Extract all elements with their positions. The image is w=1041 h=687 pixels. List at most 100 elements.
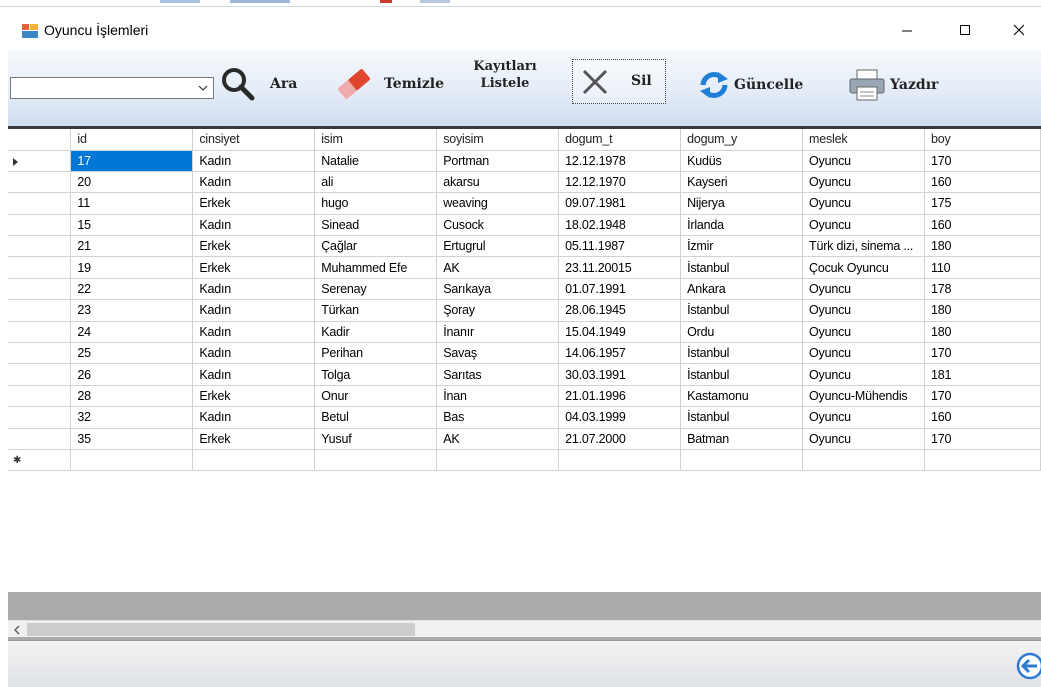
- cell-cinsiyet[interactable]: Kadın: [192, 342, 316, 365]
- cell-isim[interactable]: Yusuf: [314, 428, 438, 450]
- cell-isim[interactable]: Serenay: [314, 278, 438, 301]
- cell-boy[interactable]: [924, 449, 1041, 472]
- cell-boy[interactable]: 160: [924, 406, 1041, 429]
- cell-dogum-t[interactable]: 23.11.20015: [558, 256, 682, 279]
- row-header[interactable]: [8, 214, 72, 237]
- cell-id[interactable]: 20: [70, 171, 194, 194]
- cell-dogum-y[interactable]: Nijerya: [680, 192, 804, 215]
- cell-boy[interactable]: 170: [924, 428, 1041, 450]
- cell-soyisim[interactable]: Bas: [436, 406, 560, 429]
- table-row[interactable]: 21 Erkek Çağlar Ertugrul 05.11.1987 İzmir Türk…: [8, 235, 1041, 258]
- cell-id[interactable]: 26: [70, 363, 194, 386]
- cell-soyisim[interactable]: Sarıkaya: [436, 278, 560, 301]
- horizontal-scrollbar[interactable]: [8, 620, 1041, 637]
- cell-boy[interactable]: 170: [924, 385, 1041, 408]
- scroll-left-button[interactable]: [8, 621, 25, 638]
- cell-cinsiyet[interactable]: Kadın: [192, 299, 316, 322]
- cell-meslek[interactable]: Oyuncu: [802, 214, 925, 237]
- table-row[interactable]: 20 Kadın ali akarsu 12.12.1970 Kayseri Oyuncu 1…: [8, 171, 1041, 194]
- cell-isim[interactable]: Kadir: [314, 321, 438, 344]
- cell-soyisim[interactable]: İnanır: [436, 321, 560, 344]
- cell-id[interactable]: 25: [70, 342, 194, 365]
- table-row[interactable]: 15 Kadın Sinead Cusock 18.02.1948 İrlanda Oyun…: [8, 214, 1041, 237]
- cell-cinsiyet[interactable]: Erkek: [192, 256, 316, 279]
- row-header[interactable]: [8, 256, 72, 279]
- cell-dogum-y[interactable]: Batman: [680, 428, 804, 450]
- column-header-isim[interactable]: isim: [314, 129, 438, 151]
- cell-id[interactable]: 19: [70, 256, 194, 279]
- cell-soyisim[interactable]: AK: [436, 428, 560, 450]
- cell-dogum-t[interactable]: 09.07.1981: [558, 192, 682, 215]
- cell-soyisim[interactable]: Sarıtas: [436, 363, 560, 386]
- table-row[interactable]: 23 Kadın Türkan Şoray 28.06.1945 İstanbul Oyun…: [8, 299, 1041, 322]
- row-header[interactable]: [8, 428, 72, 450]
- cell-dogum-y[interactable]: İstanbul: [680, 363, 804, 386]
- cell-dogum-y[interactable]: İstanbul: [680, 342, 804, 365]
- cell-dogum-t[interactable]: 28.06.1945: [558, 299, 682, 322]
- cell-meslek[interactable]: Oyuncu: [802, 363, 925, 386]
- cell-soyisim[interactable]: Ertugrul: [436, 235, 560, 258]
- row-header[interactable]: [8, 278, 72, 301]
- cell-id[interactable]: [70, 449, 194, 472]
- cell-isim[interactable]: ali: [314, 171, 438, 194]
- cell-soyisim[interactable]: akarsu: [436, 171, 560, 194]
- cell-cinsiyet[interactable]: Kadın: [192, 214, 316, 237]
- cell-dogum-y[interactable]: Kayseri: [680, 171, 804, 194]
- cell-dogum-y[interactable]: [680, 449, 804, 472]
- sil-button[interactable]: Sil: [572, 59, 666, 104]
- cell-dogum-t[interactable]: 12.12.1970: [558, 171, 682, 194]
- scroll-right-button[interactable]: [1029, 621, 1041, 638]
- cell-meslek[interactable]: Oyuncu: [802, 321, 925, 344]
- cell-dogum-t[interactable]: 18.02.1948: [558, 214, 682, 237]
- cell-meslek[interactable]: Oyuncu: [802, 406, 925, 429]
- cell-soyisim[interactable]: Cusock: [436, 214, 560, 237]
- row-header[interactable]: [8, 321, 72, 344]
- yazdir-button[interactable]: Yazdır: [848, 68, 938, 102]
- cell-isim[interactable]: hugo: [314, 192, 438, 215]
- cell-id[interactable]: 22: [70, 278, 194, 301]
- cell-isim[interactable]: [314, 449, 438, 472]
- column-header-boy[interactable]: boy: [924, 129, 1041, 151]
- cell-soyisim[interactable]: weaving: [436, 192, 560, 215]
- table-row[interactable]: 25 Kadın Perihan Savaş 14.06.1957 İstanbul Oyu…: [8, 342, 1041, 365]
- table-row[interactable]: 22 Kadın Serenay Sarıkaya 01.07.1991 Ankara Oy…: [8, 278, 1041, 301]
- cell-isim[interactable]: Sinead: [314, 214, 438, 237]
- cell-boy[interactable]: 180: [924, 299, 1041, 322]
- cell-id[interactable]: 28: [70, 385, 194, 408]
- cell-boy[interactable]: 160: [924, 214, 1041, 237]
- cell-meslek[interactable]: Oyuncu: [802, 278, 925, 301]
- table-row[interactable]: 28 Erkek Onur İnan 21.01.1996 Kastamonu Oyuncu…: [8, 385, 1041, 408]
- table-row[interactable]: 32 Kadın Betul Bas 04.03.1999 İstanbul Oyuncu 1…: [8, 406, 1041, 429]
- row-header[interactable]: [8, 299, 72, 322]
- cell-dogum-t[interactable]: 30.03.1991: [558, 363, 682, 386]
- cell-boy[interactable]: 110: [924, 256, 1041, 279]
- cell-soyisim[interactable]: Portman: [436, 150, 560, 172]
- cell-meslek[interactable]: Oyuncu: [802, 342, 925, 365]
- cell-meslek[interactable]: [802, 449, 925, 472]
- cell-dogum-t[interactable]: 05.11.1987: [558, 235, 682, 258]
- row-header[interactable]: [8, 192, 72, 215]
- cell-soyisim[interactable]: İnan: [436, 385, 560, 408]
- cell-dogum-y[interactable]: Ordu: [680, 321, 804, 344]
- row-header[interactable]: ✱: [8, 449, 72, 472]
- cell-id[interactable]: 11: [70, 192, 194, 215]
- cell-cinsiyet[interactable]: Kadın: [192, 278, 316, 301]
- cell-soyisim[interactable]: AK: [436, 256, 560, 279]
- cell-dogum-t[interactable]: 12.12.1978: [558, 150, 682, 172]
- cell-boy[interactable]: 170: [924, 342, 1041, 365]
- new-row[interactable]: ✱: [8, 449, 1041, 472]
- cell-cinsiyet[interactable]: Kadın: [192, 406, 316, 429]
- cell-meslek[interactable]: Türk dizi, sinema ...: [802, 235, 925, 258]
- cell-isim[interactable]: Tolga: [314, 363, 438, 386]
- cell-dogum-y[interactable]: Kastamonu: [680, 385, 804, 408]
- cell-dogum-t[interactable]: 14.06.1957: [558, 342, 682, 365]
- cell-dogum-t[interactable]: 15.04.1949: [558, 321, 682, 344]
- cell-meslek[interactable]: Oyuncu: [802, 428, 925, 450]
- cell-meslek[interactable]: Oyuncu: [802, 171, 925, 194]
- cell-cinsiyet[interactable]: Erkek: [192, 192, 316, 215]
- maximize-button[interactable]: [943, 15, 987, 45]
- cell-dogum-t[interactable]: 01.07.1991: [558, 278, 682, 301]
- cell-meslek[interactable]: Çocuk Oyuncu: [802, 256, 925, 279]
- cell-id[interactable]: 21: [70, 235, 194, 258]
- cell-meslek[interactable]: Oyuncu: [802, 299, 925, 322]
